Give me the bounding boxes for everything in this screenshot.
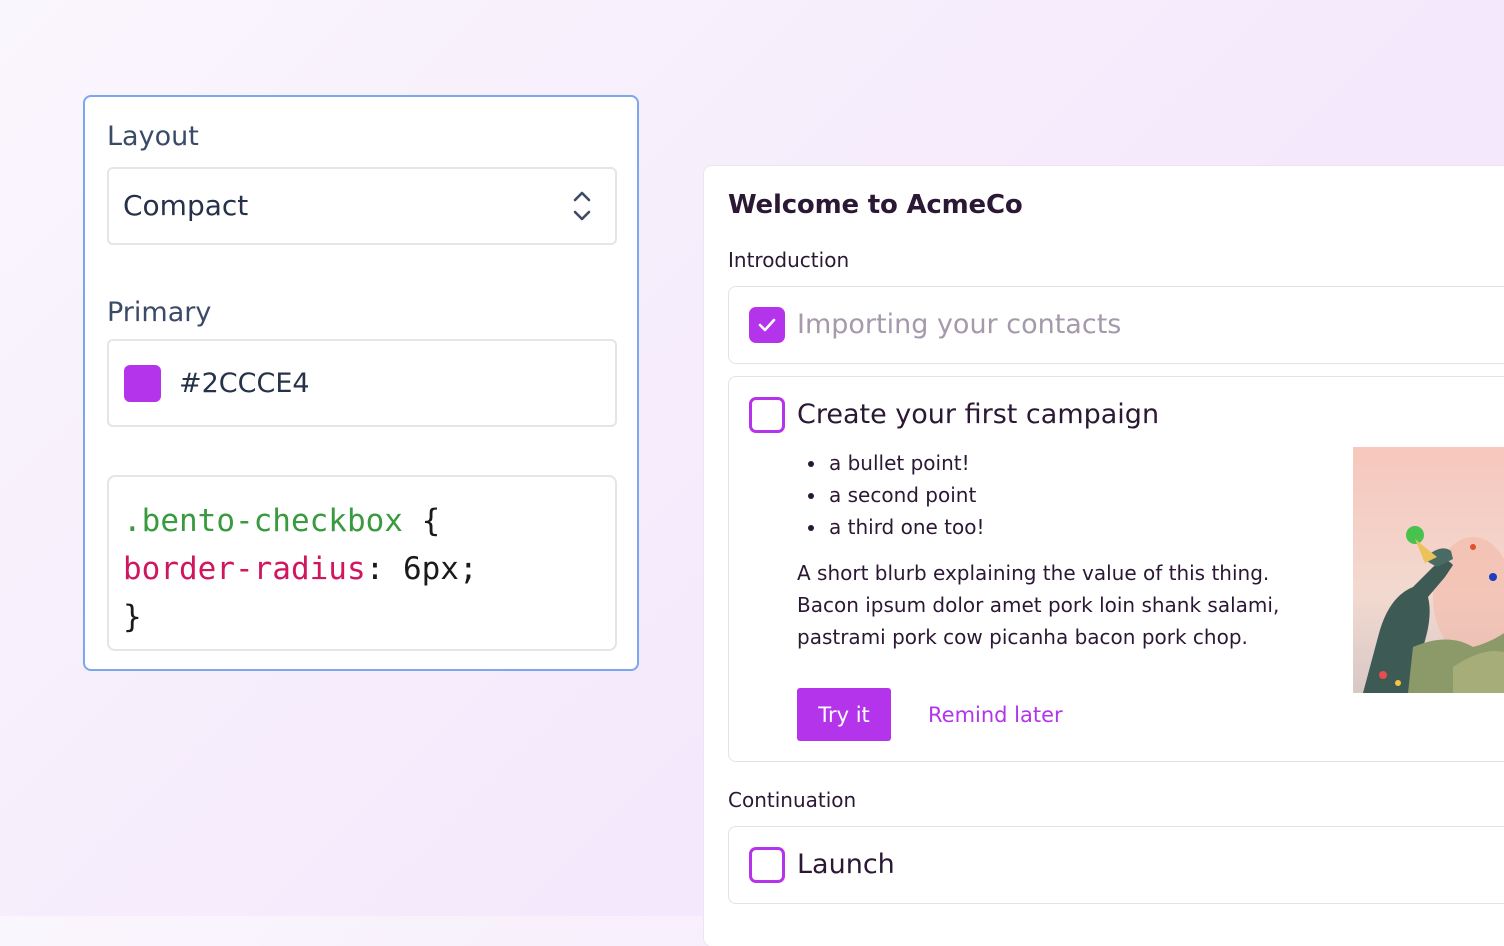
color-swatch[interactable] — [124, 365, 161, 402]
task-checkbox[interactable] — [749, 847, 785, 883]
layout-label: Layout — [107, 121, 199, 152]
code-line-1: .bento-checkbox { — [123, 497, 601, 545]
code-property: border-radius — [123, 551, 366, 587]
primary-color-field[interactable]: #2CCCE4 — [107, 339, 617, 427]
bullet-item: a second point — [827, 479, 985, 511]
task-importing-contacts[interactable]: Importing your contacts — [728, 286, 1504, 364]
dinosaur-party-image — [1353, 447, 1504, 693]
section-label-introduction: Introduction — [728, 248, 850, 272]
code-close-brace: } — [123, 599, 142, 635]
bullet-item: a bullet point! — [827, 447, 985, 479]
primary-label: Primary — [107, 297, 212, 328]
task-title: Launch — [797, 849, 895, 880]
code-line-2: border-radius: 6px; — [123, 545, 601, 593]
task-description: A short blurb explaining the value of th… — [797, 561, 1280, 649]
checklist-title: Welcome to AcmeCo — [728, 190, 1023, 220]
bullet-item: a third one too! — [827, 511, 985, 543]
layout-select[interactable]: Compact — [107, 167, 617, 245]
settings-panel: Layout Compact Primary #2CCCE4 .bento-ch… — [83, 95, 639, 671]
css-code-snippet: .bento-checkbox { border-radius: 6px; } — [107, 475, 617, 651]
layout-select-value: Compact — [123, 189, 249, 222]
try-it-button[interactable]: Try it — [797, 688, 891, 741]
task-launch[interactable]: Launch — [728, 826, 1504, 904]
checkmark-icon — [758, 318, 776, 332]
code-open-brace: { — [402, 503, 441, 539]
task-bullet-list: a bullet point! a second point a third o… — [797, 447, 985, 543]
task-checkbox[interactable] — [749, 397, 785, 433]
chevron-up-down-icon — [573, 191, 591, 221]
primary-color-hex: #2CCCE4 — [179, 368, 310, 399]
section-label-continuation: Continuation — [728, 788, 857, 812]
remind-later-button[interactable]: Remind later — [928, 703, 1063, 727]
code-selector: .bento-checkbox — [123, 503, 403, 539]
task-title: Importing your contacts — [797, 309, 1122, 340]
onboarding-checklist: Welcome to AcmeCo Introduction Importing… — [704, 166, 1504, 946]
code-value: : 6px; — [365, 551, 478, 587]
task-title: Create your first campaign — [797, 399, 1160, 430]
task-create-campaign: Create your first campaign a bullet poin… — [728, 376, 1504, 762]
task-checkbox-checked[interactable] — [749, 307, 785, 343]
